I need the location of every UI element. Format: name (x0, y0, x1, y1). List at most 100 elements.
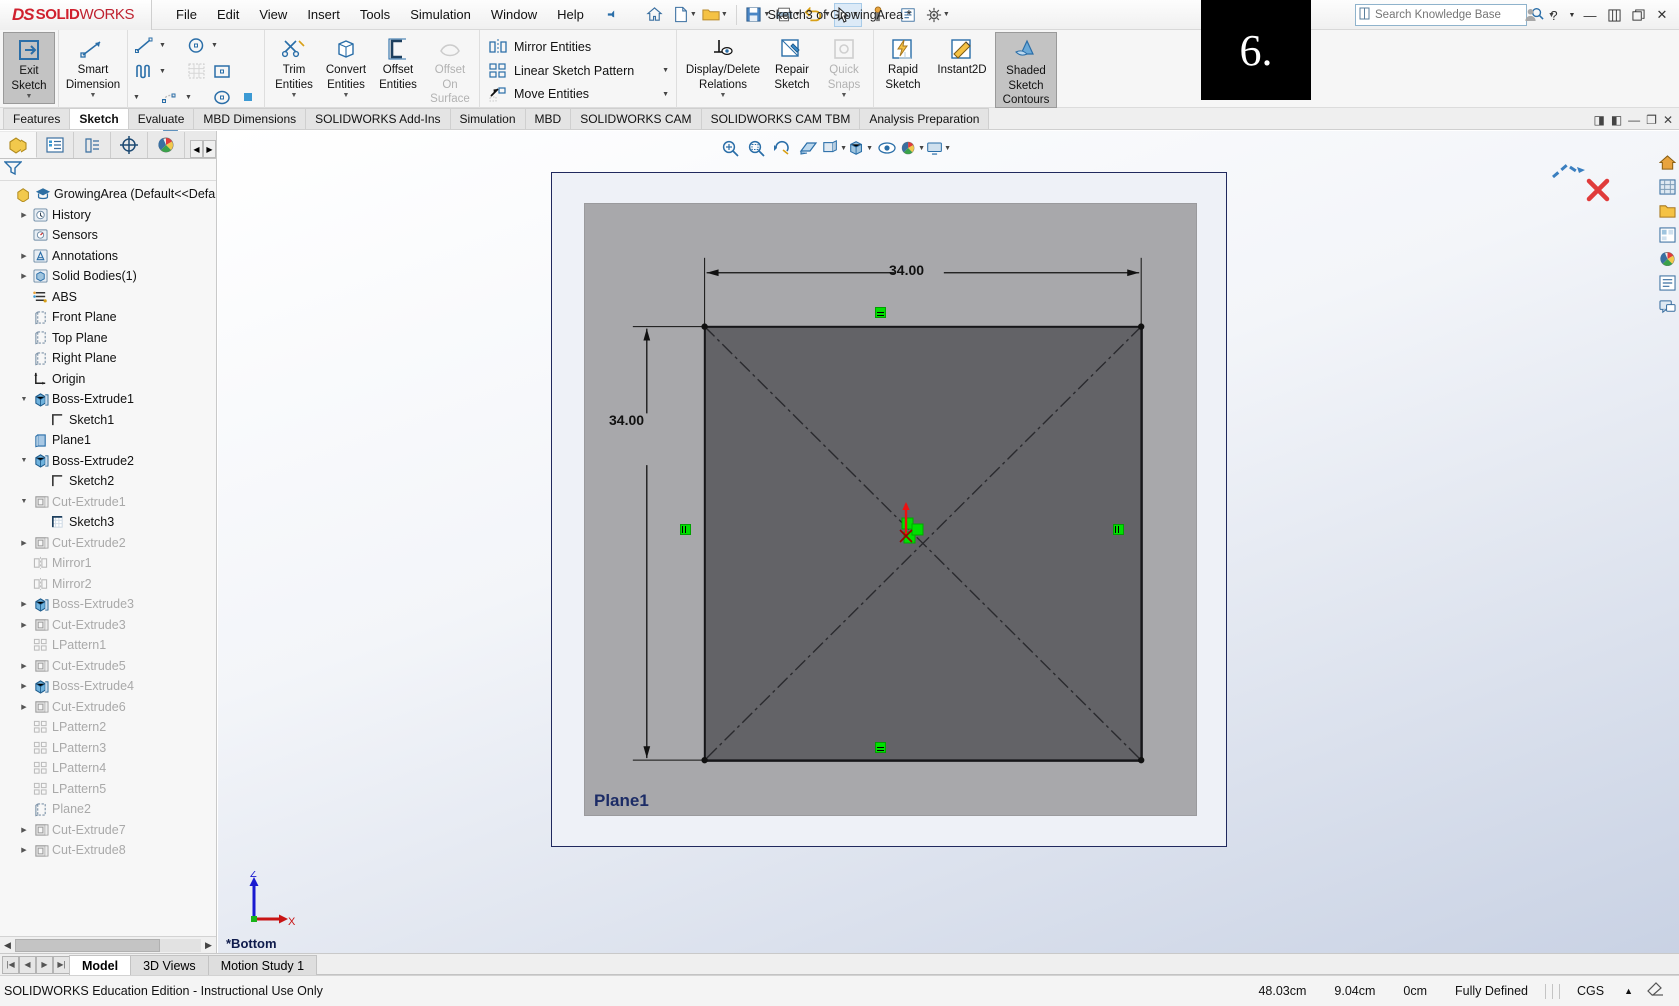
smart-dimension-button[interactable]: Smart Dimension ▼ (62, 32, 124, 104)
chevron-right-icon[interactable]: ▶ (17, 600, 31, 608)
scroll-right-icon[interactable]: ▶ (201, 938, 216, 953)
chevron-down-icon[interactable]: ▼ (690, 11, 697, 18)
point-icon[interactable] (235, 59, 261, 83)
scroll-left-icon[interactable]: ◀ (0, 938, 15, 953)
scrollbar-thumb[interactable] (15, 938, 160, 952)
collapse-right-icon[interactable]: ◧ (1611, 113, 1622, 127)
point-icon[interactable] (235, 85, 261, 109)
tree-item-sketch3[interactable]: Sketch3 (0, 512, 216, 533)
tab-solidworks-cam[interactable]: SOLIDWORKS CAM (570, 108, 702, 129)
convert-entities-button[interactable]: Convert Entities ▼ (320, 32, 372, 104)
select-icon[interactable]: ▼ (833, 2, 862, 27)
vertical-dimension-value[interactable]: 34.00 (609, 412, 644, 428)
bottom-tab-model[interactable]: Model (69, 954, 132, 975)
maximize-icon[interactable] (1627, 4, 1649, 26)
tree-item-plane2[interactable]: Plane2 (0, 799, 216, 820)
tree-item-sensors[interactable]: Sensors (0, 225, 216, 246)
tree-item-boss-extrude4[interactable]: ▶ Boss-Extrude4 (0, 676, 216, 697)
previous-icon[interactable]: ◀ (19, 955, 36, 974)
mirror-entities-button[interactable]: Mirror Entities (483, 35, 595, 59)
tree-item-right-plane[interactable]: Right Plane (0, 348, 216, 369)
measure-icon[interactable] (864, 3, 892, 27)
chevron-right-icon[interactable]: ▶ (17, 539, 31, 547)
configuration-manager-tab[interactable] (74, 132, 111, 158)
plane-face[interactable]: 34.00 34.00 Plane1 (584, 203, 1197, 816)
tree-item-mirror1[interactable]: Mirror1 (0, 553, 216, 574)
chevron-down-icon[interactable]: ▼ (794, 11, 801, 18)
menu-item-edit[interactable]: Edit (207, 3, 249, 26)
instant2d-button[interactable]: Instant2D (929, 32, 995, 104)
tree-item-boss-extrude2[interactable]: ▼ Boss-Extrude2 (0, 451, 216, 472)
chevron-down-icon[interactable]: ▼ (157, 68, 168, 75)
chevron-down-icon[interactable]: ▼ (763, 11, 770, 18)
chevron-down-icon[interactable]: ▼ (343, 92, 350, 99)
view-orientation-icon[interactable]: ▼ (822, 136, 847, 160)
menu-item-insert[interactable]: Insert (297, 3, 350, 26)
tree-item-cut-extrude1[interactable]: ▼ Cut-Extrude1 (0, 492, 216, 513)
tree-item-cut-extrude5[interactable]: ▶ Cut-Extrude5 (0, 656, 216, 677)
chevron-down-icon[interactable]: ▼ (17, 457, 31, 464)
trim-entities-button[interactable]: Trim Entities ▼ (268, 32, 320, 104)
linear-sketch-pattern-button[interactable]: Linear Sketch Pattern ▼ (483, 59, 673, 83)
chevron-down-icon[interactable]: ▼ (209, 42, 220, 49)
menu-item-help[interactable]: Help (547, 3, 594, 26)
tree-item-lpattern1[interactable]: LPattern1 (0, 635, 216, 656)
chevron-right-icon[interactable]: ▶ (17, 272, 31, 280)
tree-item-lpattern4[interactable]: LPattern4 (0, 758, 216, 779)
chevron-right-icon[interactable]: ▶ (17, 846, 31, 854)
design-library-icon[interactable] (1657, 177, 1677, 197)
chevron-down-icon[interactable]: ▼ (943, 11, 950, 18)
ellipse-icon[interactable] (209, 85, 235, 109)
tree-item-solid-bodies-1[interactable]: ▶ Solid Bodies(1) (0, 266, 216, 287)
chevron-down-icon[interactable]: ▼ (648, 91, 669, 98)
close-doc-icon[interactable]: ✕ (1663, 113, 1673, 127)
pushpin-icon[interactable] (598, 4, 619, 25)
restore-doc-icon[interactable]: ❐ (1646, 113, 1657, 127)
tree-item-sketch2[interactable]: Sketch2 (0, 471, 216, 492)
home-view-icon[interactable] (1657, 153, 1677, 173)
tree-item-boss-extrude1[interactable]: ▼ Boss-Extrude1 (0, 389, 216, 410)
tree-item-cut-extrude7[interactable]: ▶ Cut-Extrude7 (0, 820, 216, 841)
tree-item-lpattern5[interactable]: LPattern5 (0, 779, 216, 800)
feature-tree-tab[interactable] (0, 132, 37, 158)
chevron-down-icon[interactable]: ▼ (824, 11, 831, 18)
chevron-down-icon[interactable]: ▼ (918, 145, 925, 152)
tab-mbd-dimensions[interactable]: MBD Dimensions (193, 108, 307, 129)
minimize-doc-icon[interactable]: — (1628, 113, 1640, 127)
last-icon[interactable]: ▶| (53, 955, 70, 974)
tree-item-cut-extrude8[interactable]: ▶ Cut-Extrude8 (0, 840, 216, 861)
file-explorer-icon[interactable] (1657, 201, 1677, 221)
chevron-down-icon[interactable]: ▼ (1567, 4, 1577, 26)
scroll-right-icon[interactable]: ▶ (203, 140, 216, 158)
sketch-origin-marker[interactable] (880, 494, 940, 564)
chevron-down-icon[interactable]: ▼ (26, 93, 33, 100)
move-entities-button[interactable]: Move Entities ▼ (483, 82, 673, 106)
chevron-right-icon[interactable]: ▶ (17, 662, 31, 670)
point-icon[interactable] (235, 33, 261, 57)
offset-entities-button[interactable]: Offset Entities (372, 32, 424, 104)
new-document-icon[interactable]: ▼ (671, 3, 699, 27)
dimxpert-tab[interactable] (111, 132, 148, 158)
chevron-down-icon[interactable]: ▼ (648, 67, 669, 74)
view-settings-icon[interactable]: ▼ (926, 136, 951, 160)
chevron-right-icon[interactable]: ▶ (17, 826, 31, 834)
chevron-down-icon[interactable]: ▼ (17, 498, 31, 505)
next-icon[interactable]: ▶ (36, 955, 53, 974)
tree-item-cut-extrude2[interactable]: ▶ Cut-Extrude2 (0, 533, 216, 554)
display-delete-relations-button[interactable]: Display/Delete Relations ▼ (680, 32, 766, 104)
hide-show-items-icon[interactable] (874, 136, 899, 160)
property-manager-tab[interactable] (37, 132, 74, 158)
solidworks-forum-icon[interactable] (1657, 297, 1677, 317)
undo-icon[interactable]: ▼ (804, 3, 832, 27)
zoom-to-area-icon[interactable] (744, 136, 769, 160)
zoom-to-fit-icon[interactable] (718, 136, 743, 160)
tab-solidworks-add-ins[interactable]: SOLIDWORKS Add-Ins (305, 108, 451, 129)
chevron-down-icon[interactable]: ▼ (721, 11, 728, 18)
tree-item-front-plane[interactable]: Front Plane (0, 307, 216, 328)
filter-icon[interactable] (3, 160, 23, 179)
chevron-right-icon[interactable]: ▶ (17, 211, 31, 219)
menu-item-tools[interactable]: Tools (350, 3, 400, 26)
shaded-sketch-contours-button[interactable]: Shaded Sketch Contours (995, 32, 1057, 108)
tree-item-history[interactable]: ▶ History (0, 205, 216, 226)
tab-solidworks-cam-tbm[interactable]: SOLIDWORKS CAM TBM (700, 108, 861, 129)
